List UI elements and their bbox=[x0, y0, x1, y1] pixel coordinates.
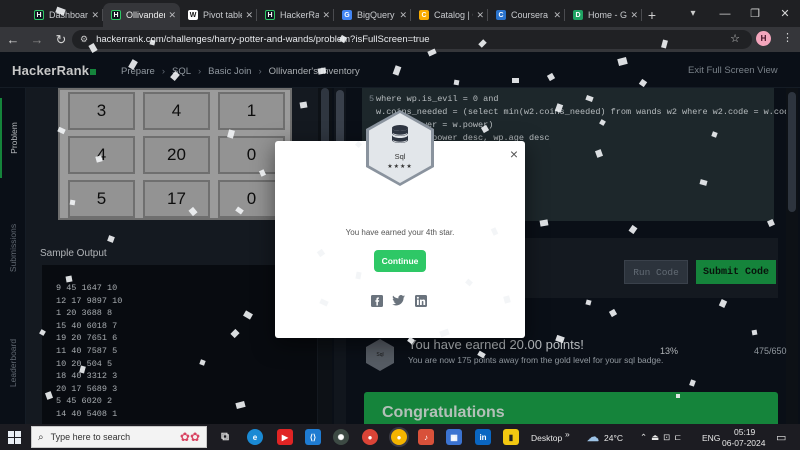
browser-tab[interactable]: W Pivot table ✕ bbox=[180, 3, 257, 27]
site-info-icon[interactable]: ⚙ bbox=[80, 34, 88, 45]
linkedin-share-icon[interactable] bbox=[414, 294, 427, 307]
browser-toolbar: ← → ↻ ⚙ hackerrank.com/challenges/harry-… bbox=[0, 27, 800, 52]
tab-title: HackerRank bbox=[280, 10, 320, 20]
youtube-icon[interactable]: ▶ bbox=[277, 429, 293, 445]
clock-date[interactable]: 06-07-2024 bbox=[722, 438, 765, 448]
chevron-icon[interactable]: » bbox=[565, 429, 570, 439]
continue-button[interactable]: Continue bbox=[374, 250, 426, 272]
browser-tab[interactable]: H Ollivander's✕ bbox=[103, 3, 180, 27]
browser-tab[interactable]: D Home - G ✕ bbox=[565, 3, 642, 27]
hackerrank-favicon-icon: H bbox=[34, 10, 44, 20]
address-bar[interactable]: ⚙ hackerrank.com/challenges/harry-potter… bbox=[72, 30, 752, 49]
tab-title: Coursera | bbox=[511, 10, 551, 20]
maximize-icon[interactable]: ❐ bbox=[740, 0, 770, 27]
tab-separator bbox=[641, 9, 642, 21]
tab-title: Home - G bbox=[588, 10, 628, 20]
wikipedia-favicon-icon: W bbox=[188, 10, 198, 20]
tab-title: Dashboard bbox=[49, 10, 89, 20]
badge-stars: ★★★★ bbox=[387, 164, 413, 170]
vscode-icon[interactable]: ⟨⟩ bbox=[305, 429, 321, 445]
close-tab-icon[interactable]: ✕ bbox=[399, 10, 407, 21]
google-cloud-favicon-icon: G bbox=[342, 10, 352, 20]
close-tab-icon[interactable]: ✕ bbox=[476, 10, 484, 21]
browser-tab[interactable]: H HackerRank✕ bbox=[257, 3, 334, 27]
close-window-icon[interactable]: ✕ bbox=[770, 0, 800, 27]
coursera-favicon-icon: C bbox=[496, 10, 506, 20]
chrome-icon[interactable]: ● bbox=[362, 429, 378, 445]
tab-search-icon[interactable]: ▾ bbox=[684, 4, 702, 22]
browser-tab[interactable]: G BigQuery ✕ bbox=[334, 3, 411, 27]
browser-menu-icon[interactable]: ⋮ bbox=[782, 31, 793, 44]
screen: HDashboard✕HOllivander's✕WPivot table✕HH… bbox=[0, 0, 800, 450]
store-icon[interactable]: ▦ bbox=[446, 429, 462, 445]
desktop-toolbar[interactable]: Desktop bbox=[531, 433, 562, 443]
search-icon: ⌕ bbox=[38, 431, 44, 443]
browser-tab[interactable]: H Dashboard✕ bbox=[26, 3, 103, 27]
taskbar-search-input[interactable]: ⌕ Type here to search ✿✿ bbox=[31, 426, 207, 448]
close-icon[interactable]: × bbox=[510, 146, 518, 162]
edge-icon[interactable]: e bbox=[247, 429, 263, 445]
hackerrank-favicon-icon: H bbox=[265, 10, 275, 20]
power-bi-icon[interactable]: ▮ bbox=[503, 429, 519, 445]
twitter-share-icon[interactable] bbox=[392, 294, 405, 307]
close-tab-icon[interactable]: ✕ bbox=[168, 10, 176, 21]
facebook-share-icon[interactable] bbox=[370, 294, 383, 307]
database-icon bbox=[392, 125, 408, 143]
app-icon[interactable]: ♪ bbox=[418, 429, 434, 445]
linkedin-icon[interactable]: in bbox=[475, 429, 491, 445]
forward-icon[interactable]: → bbox=[26, 29, 48, 51]
bookmark-star-icon[interactable]: ☆ bbox=[730, 32, 740, 45]
search-placeholder: Type here to search bbox=[50, 432, 131, 442]
tab-title: Ollivander's bbox=[126, 10, 165, 20]
badge-label: Sql bbox=[394, 152, 406, 161]
browser-tab[interactable]: C Coursera | ✕ bbox=[488, 3, 565, 27]
close-tab-icon[interactable]: ✕ bbox=[553, 10, 561, 21]
profile-avatar[interactable]: H bbox=[756, 31, 771, 46]
task-view-icon[interactable]: ⧉ bbox=[217, 429, 233, 445]
reload-icon[interactable]: ↻ bbox=[50, 29, 72, 51]
tray-icons[interactable]: ⌃⏏⊡⊏ bbox=[640, 432, 685, 443]
browser-tab-strip: HDashboard✕HOllivander's✕WPivot table✕HH… bbox=[0, 0, 800, 27]
weather-cloud-icon[interactable]: ☁ bbox=[585, 429, 601, 445]
close-tab-icon[interactable]: ✕ bbox=[322, 10, 330, 21]
browser-tab[interactable]: C Catalog | C✕ bbox=[411, 3, 488, 27]
close-tab-icon[interactable]: ✕ bbox=[630, 10, 638, 21]
google-drive-favicon-icon: D bbox=[573, 10, 583, 20]
close-tab-icon[interactable]: ✕ bbox=[91, 10, 99, 21]
close-tab-icon[interactable]: ✕ bbox=[245, 10, 253, 21]
clock-time[interactable]: 05:19 bbox=[734, 427, 755, 437]
back-icon[interactable]: ← bbox=[2, 29, 24, 51]
windows-start-icon[interactable] bbox=[8, 431, 21, 444]
tab-title: Pivot table bbox=[203, 10, 243, 20]
hackerrank-favicon-icon: H bbox=[111, 10, 121, 20]
minimize-icon[interactable]: — bbox=[710, 0, 740, 27]
windows-taskbar: ⌕ Type here to search ✿✿ ⧉ e ▶ ⟨⟩ ✺ ● ● … bbox=[0, 424, 800, 450]
window-controls: — ❐ ✕ bbox=[710, 0, 800, 27]
catalog-favicon-icon: C bbox=[419, 10, 429, 20]
temperature-text[interactable]: 24°C bbox=[604, 433, 623, 443]
tab-title: BigQuery bbox=[357, 10, 395, 20]
tab-title: Catalog | C bbox=[434, 10, 473, 20]
new-tab-button[interactable]: + bbox=[642, 3, 662, 27]
chrome-profile-icon[interactable]: ● bbox=[391, 429, 407, 445]
chatgpt-icon[interactable]: ✺ bbox=[333, 429, 349, 445]
roses-icon: ✿✿ bbox=[179, 430, 200, 444]
star-earned-message: You have earned your 4th star. bbox=[345, 228, 455, 237]
notifications-icon[interactable]: ▭ bbox=[776, 431, 786, 444]
url-text: hackerrank.com/challenges/harry-potter-a… bbox=[96, 34, 430, 45]
tab-list: HDashboard✕HOllivander's✕WPivot table✕HH… bbox=[0, 0, 642, 27]
language-indicator[interactable]: ENG bbox=[702, 433, 720, 443]
